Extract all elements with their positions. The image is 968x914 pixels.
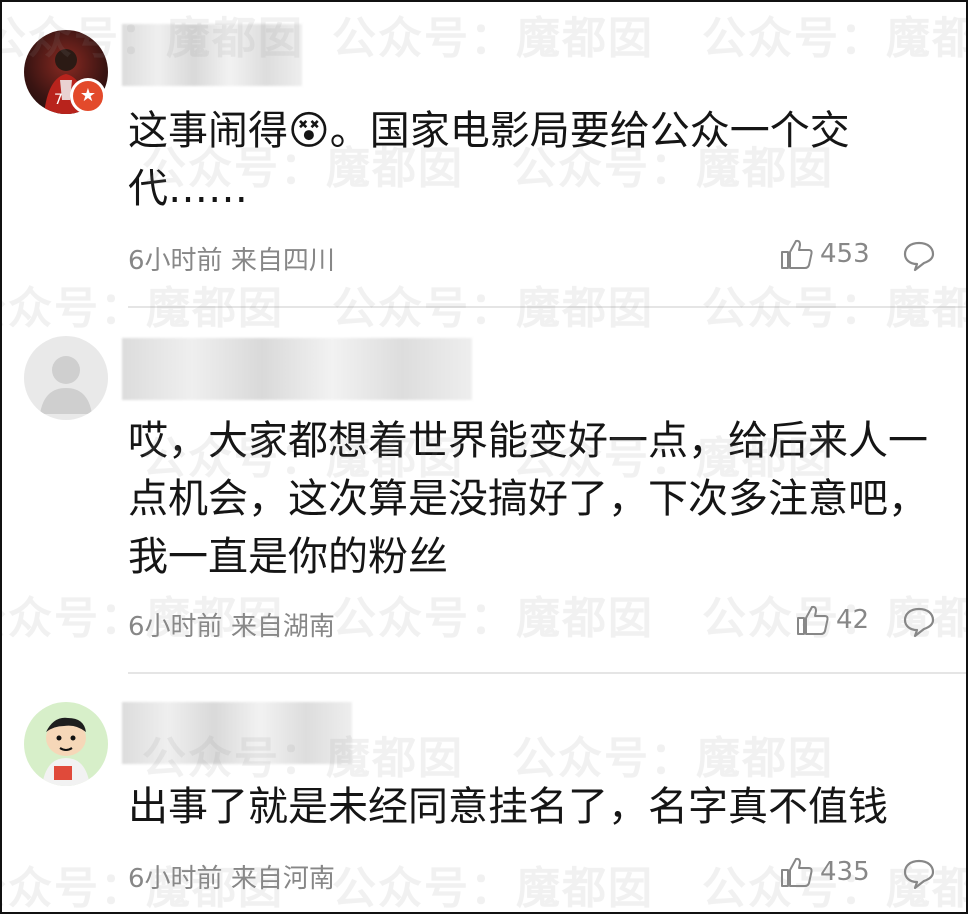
comment-time: 6小时前: [128, 612, 223, 642]
comment-bubble-icon: [903, 859, 935, 890]
comment-location: 来自四川: [230, 246, 335, 276]
username-blurred[interactable]: [122, 24, 302, 86]
like-count: 435: [820, 857, 870, 887]
comment-item: 哎，大家都想着世界能变好一点，给后来人一点机会，这次算是没搞好了，下次多注意吧，…: [2, 308, 966, 672]
username-blurred[interactable]: [122, 338, 472, 400]
svg-text:7: 7: [54, 92, 63, 108]
like-button[interactable]: 453: [780, 238, 870, 270]
thumbs-up-icon: [781, 857, 813, 887]
comment-time: 6小时前: [128, 864, 223, 894]
user-avatar[interactable]: [24, 336, 108, 420]
reply-button[interactable]: [902, 240, 936, 276]
comment-item: 出事了就是未经同意挂名了，名字真不值钱 6小时前 来自河南 435: [2, 674, 966, 912]
default-avatar-icon: [40, 356, 92, 414]
comment-text: 哎，大家都想着世界能变好一点，给后来人一点机会，这次算是没搞好了，下次多注意吧，…: [128, 418, 928, 580]
like-button[interactable]: 42: [796, 604, 869, 636]
comment-meta: 6小时前 来自河南: [128, 858, 335, 895]
cartoon-avatar-icon: [42, 717, 90, 786]
verified-badge-icon: ★: [70, 78, 106, 114]
comment-text: 出事了就是未经同意挂名了，名字真不值钱: [128, 784, 888, 830]
comment-time: 6小时前: [128, 246, 223, 276]
comment-location: 来自湖南: [230, 612, 335, 642]
comment-bubble-icon: [903, 241, 935, 272]
like-count: 42: [836, 605, 870, 635]
comment-location: 来自河南: [230, 864, 335, 894]
user-avatar[interactable]: [24, 702, 108, 786]
username-blurred[interactable]: [122, 702, 352, 764]
thumbs-up-icon: [781, 239, 813, 269]
comment-text: 这事闹得😵。国家电影局要给公众一个交代……: [128, 108, 850, 212]
comment-list: 7 ★ 这事闹得😵。国家电影局要给公众一个交代…… 6小时前 来自四川 453: [0, 0, 968, 914]
like-button[interactable]: 435: [780, 856, 870, 888]
comment-meta: 6小时前 来自四川: [128, 240, 335, 277]
reply-button[interactable]: [902, 858, 936, 894]
thumbs-up-icon: [797, 605, 829, 635]
reply-button[interactable]: [902, 606, 936, 642]
comment-item: 7 ★ 这事闹得😵。国家电影局要给公众一个交代…… 6小时前 来自四川 453: [2, 2, 966, 307]
like-count: 453: [820, 239, 870, 269]
comment-meta: 6小时前 来自湖南: [128, 606, 335, 643]
comment-bubble-icon: [903, 607, 935, 638]
